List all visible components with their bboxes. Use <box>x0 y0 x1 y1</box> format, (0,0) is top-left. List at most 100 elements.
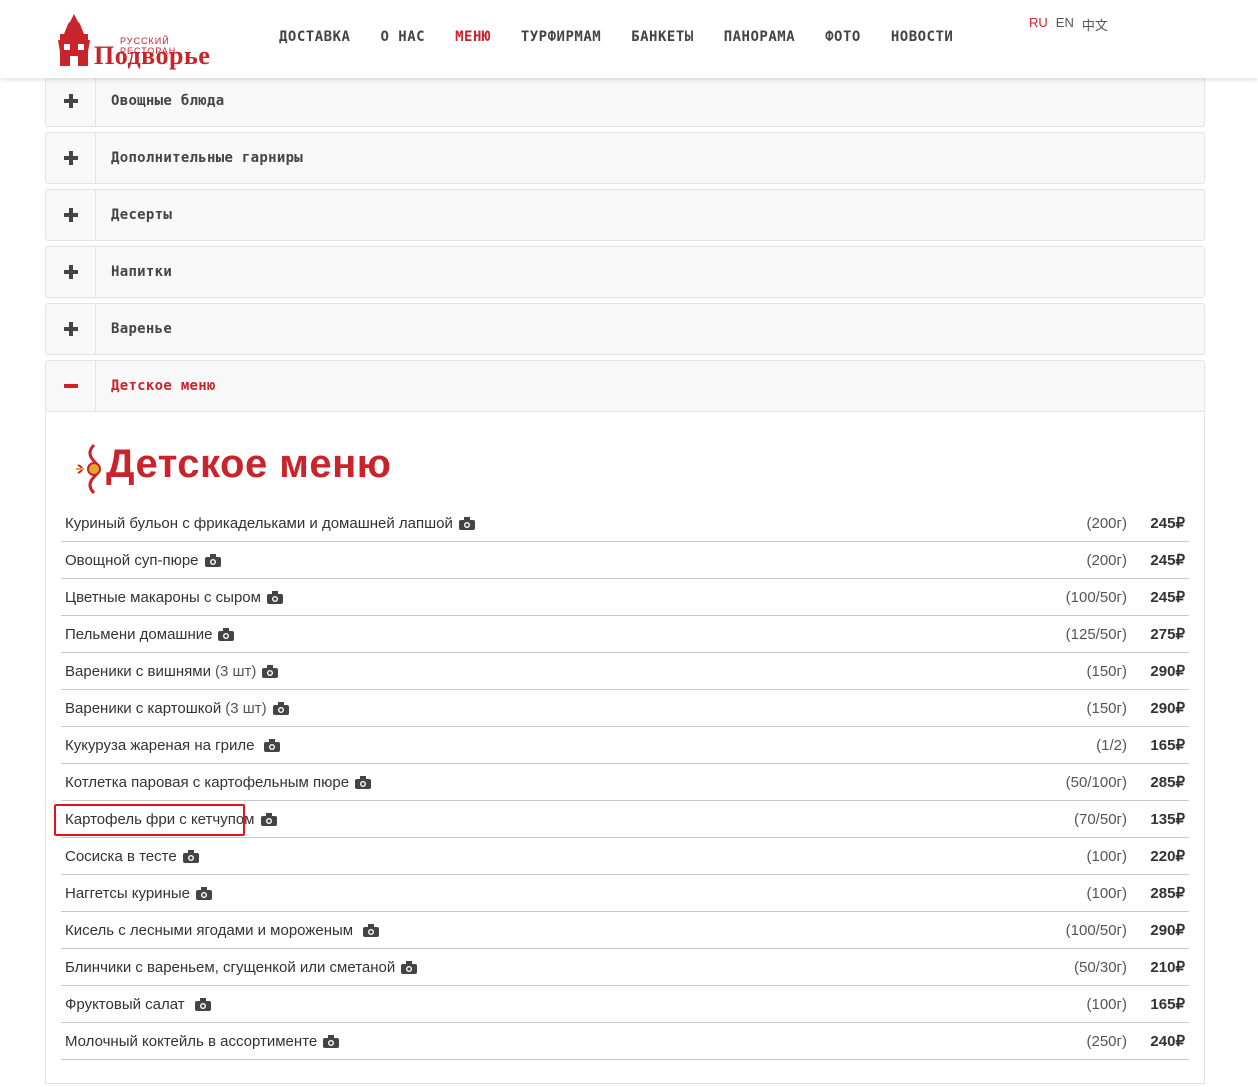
lang-ru[interactable]: RU <box>1029 15 1048 34</box>
accordion-title: Десерты <box>111 207 173 223</box>
item-weight: (1/2) <box>1096 737 1127 754</box>
plus-icon[interactable] <box>46 76 96 126</box>
accordion-extra-sides[interactable]: Дополнительные гарниры <box>45 132 1205 184</box>
menu-item: Блинчики с вареньем, сгущенкой или смета… <box>61 949 1189 986</box>
item-weight: (50/100г) <box>1065 774 1127 791</box>
nav-item-photo[interactable]: ФОТО <box>825 29 861 45</box>
item-weight: (200г) <box>1086 515 1128 532</box>
item-weight: (150г) <box>1086 663 1128 680</box>
nav-item-banquets[interactable]: БАНКЕТЫ <box>631 29 694 45</box>
logo-name: Подворье <box>94 41 211 70</box>
menu-item: Пельмени домашние (125/50г) 275₽ <box>61 616 1189 653</box>
accordion-drinks[interactable]: Напитки <box>45 246 1205 298</box>
item-name: Сосиска в тесте <box>65 848 177 865</box>
item-weight: (100г) <box>1086 848 1128 865</box>
item-name: Котлетка паровая с картофельным пюре <box>65 774 350 791</box>
item-weight: (100/50г) <box>1065 922 1127 939</box>
minus-icon[interactable] <box>46 361 96 411</box>
item-price: 275₽ <box>1150 626 1185 643</box>
item-weight: (70/50г) <box>1074 811 1127 828</box>
logo-tower-icon <box>58 14 90 66</box>
item-price: 290₽ <box>1150 700 1185 717</box>
item-weight: (250г) <box>1086 1033 1128 1050</box>
plus-icon[interactable] <box>46 304 96 354</box>
item-price: 165₽ <box>1150 996 1185 1013</box>
accordion-title: Дополнительные гарниры <box>111 150 304 166</box>
site-header: Русский ресторан Подворье ДОСТАВКА О НАС… <box>0 0 1258 78</box>
item-name: Овощной суп-пюре <box>65 552 199 569</box>
item-weight: (100г) <box>1086 996 1128 1013</box>
item-weight: (50/30г) <box>1074 959 1127 976</box>
item-price: 245₽ <box>1150 589 1185 606</box>
item-price: 290₽ <box>1150 922 1185 939</box>
camera-icon[interactable] <box>266 591 283 604</box>
item-name: Цветные макароны с сыром <box>65 589 261 606</box>
accordion-desserts[interactable]: Десерты <box>45 189 1205 241</box>
camera-icon[interactable] <box>260 813 277 826</box>
item-name: Куриный бульон с фрикадельками и домашне… <box>65 515 453 532</box>
menu-item: Котлетка паровая с картофельным пюре (50… <box>61 764 1189 801</box>
nav-item-menu[interactable]: МЕНЮ <box>455 29 491 45</box>
item-price: 245₽ <box>1150 515 1185 532</box>
lang-en[interactable]: EN <box>1056 15 1074 34</box>
accordion-title: Детское меню <box>111 378 216 394</box>
item-name: Блинчики с вареньем, сгущенкой или смета… <box>65 959 396 976</box>
plus-icon[interactable] <box>46 247 96 297</box>
item-weight: (100г) <box>1086 885 1128 902</box>
logo[interactable]: Русский ресторан Подворье <box>54 12 224 70</box>
item-price: 285₽ <box>1150 885 1185 902</box>
menu-item: Куриный бульон с фрикадельками и домашне… <box>61 505 1189 542</box>
accordion-vegetable-dishes[interactable]: Овощные блюда <box>45 75 1205 127</box>
camera-icon[interactable] <box>264 739 281 752</box>
nav-item-tour-agencies[interactable]: ТУРФИРМАМ <box>521 29 601 45</box>
menu-item: Наггетсы куриные (100г) 285₽ <box>61 875 1189 912</box>
folk-ornament-icon <box>76 443 101 495</box>
item-price: 240₽ <box>1150 1033 1185 1050</box>
item-price: 290₽ <box>1150 663 1185 680</box>
nav-item-panorama[interactable]: ПАНОРАМА <box>724 29 795 45</box>
menu-item: Вареники с картошкой (3 шт) (150г) 290₽ <box>61 690 1189 727</box>
item-name: Кисель с лесными ягодами и мороженым <box>65 922 354 939</box>
item-name: Наггетсы куриные <box>65 885 190 902</box>
item-price: 210₽ <box>1150 959 1185 976</box>
camera-icon[interactable] <box>218 628 235 641</box>
accordion-title: Напитки <box>111 264 173 280</box>
item-price: 135₽ <box>1150 811 1185 828</box>
camera-icon[interactable] <box>195 887 212 900</box>
menu-item: Фруктовый салат (100г) 165₽ <box>61 986 1189 1023</box>
menu-item: Сосиска в тесте (100г) 220₽ <box>61 838 1189 875</box>
nav-item-about[interactable]: О НАС <box>380 29 425 45</box>
nav-item-news[interactable]: НОВОСТИ <box>891 29 954 45</box>
section-title: Детское меню <box>106 442 392 486</box>
item-price: 245₽ <box>1150 552 1185 569</box>
camera-icon[interactable] <box>401 961 418 974</box>
item-name: Фруктовый салат <box>65 996 185 1013</box>
item-quantity: (3 шт) <box>225 700 267 717</box>
kids-menu-list: Куриный бульон с фрикадельками и домашне… <box>61 505 1189 1060</box>
menu-item: Вареники с вишнями (3 шт) (150г) 290₽ <box>61 653 1189 690</box>
camera-icon[interactable] <box>458 517 475 530</box>
camera-icon[interactable] <box>182 850 199 863</box>
lang-zh[interactable]: 中文 <box>1082 15 1108 34</box>
camera-icon[interactable] <box>262 665 279 678</box>
camera-icon[interactable] <box>323 1035 340 1048</box>
camera-icon[interactable] <box>194 998 211 1011</box>
accordion-title: Варенье <box>111 321 173 337</box>
item-price: 220₽ <box>1150 848 1185 865</box>
item-weight: (125/50г) <box>1065 626 1127 643</box>
accordion-jam[interactable]: Варенье <box>45 303 1205 355</box>
nav-item-delivery[interactable]: ДОСТАВКА <box>279 29 350 45</box>
camera-icon[interactable] <box>363 924 380 937</box>
camera-icon[interactable] <box>355 776 372 789</box>
accordion-kids-menu[interactable]: Детское меню <box>45 360 1205 412</box>
item-weight: (150г) <box>1086 700 1128 717</box>
menu-item: Кисель с лесными ягодами и мороженым (10… <box>61 912 1189 949</box>
camera-icon[interactable] <box>204 554 221 567</box>
camera-icon[interactable] <box>272 702 289 715</box>
plus-icon[interactable] <box>46 133 96 183</box>
plus-icon[interactable] <box>46 190 96 240</box>
item-name: Кукуруза жареная на гриле <box>65 737 255 754</box>
item-name: Вареники с вишнями <box>65 663 211 680</box>
item-name: Вареники с картошкой <box>65 700 222 717</box>
language-switcher: RU EN 中文 <box>1029 15 1116 34</box>
